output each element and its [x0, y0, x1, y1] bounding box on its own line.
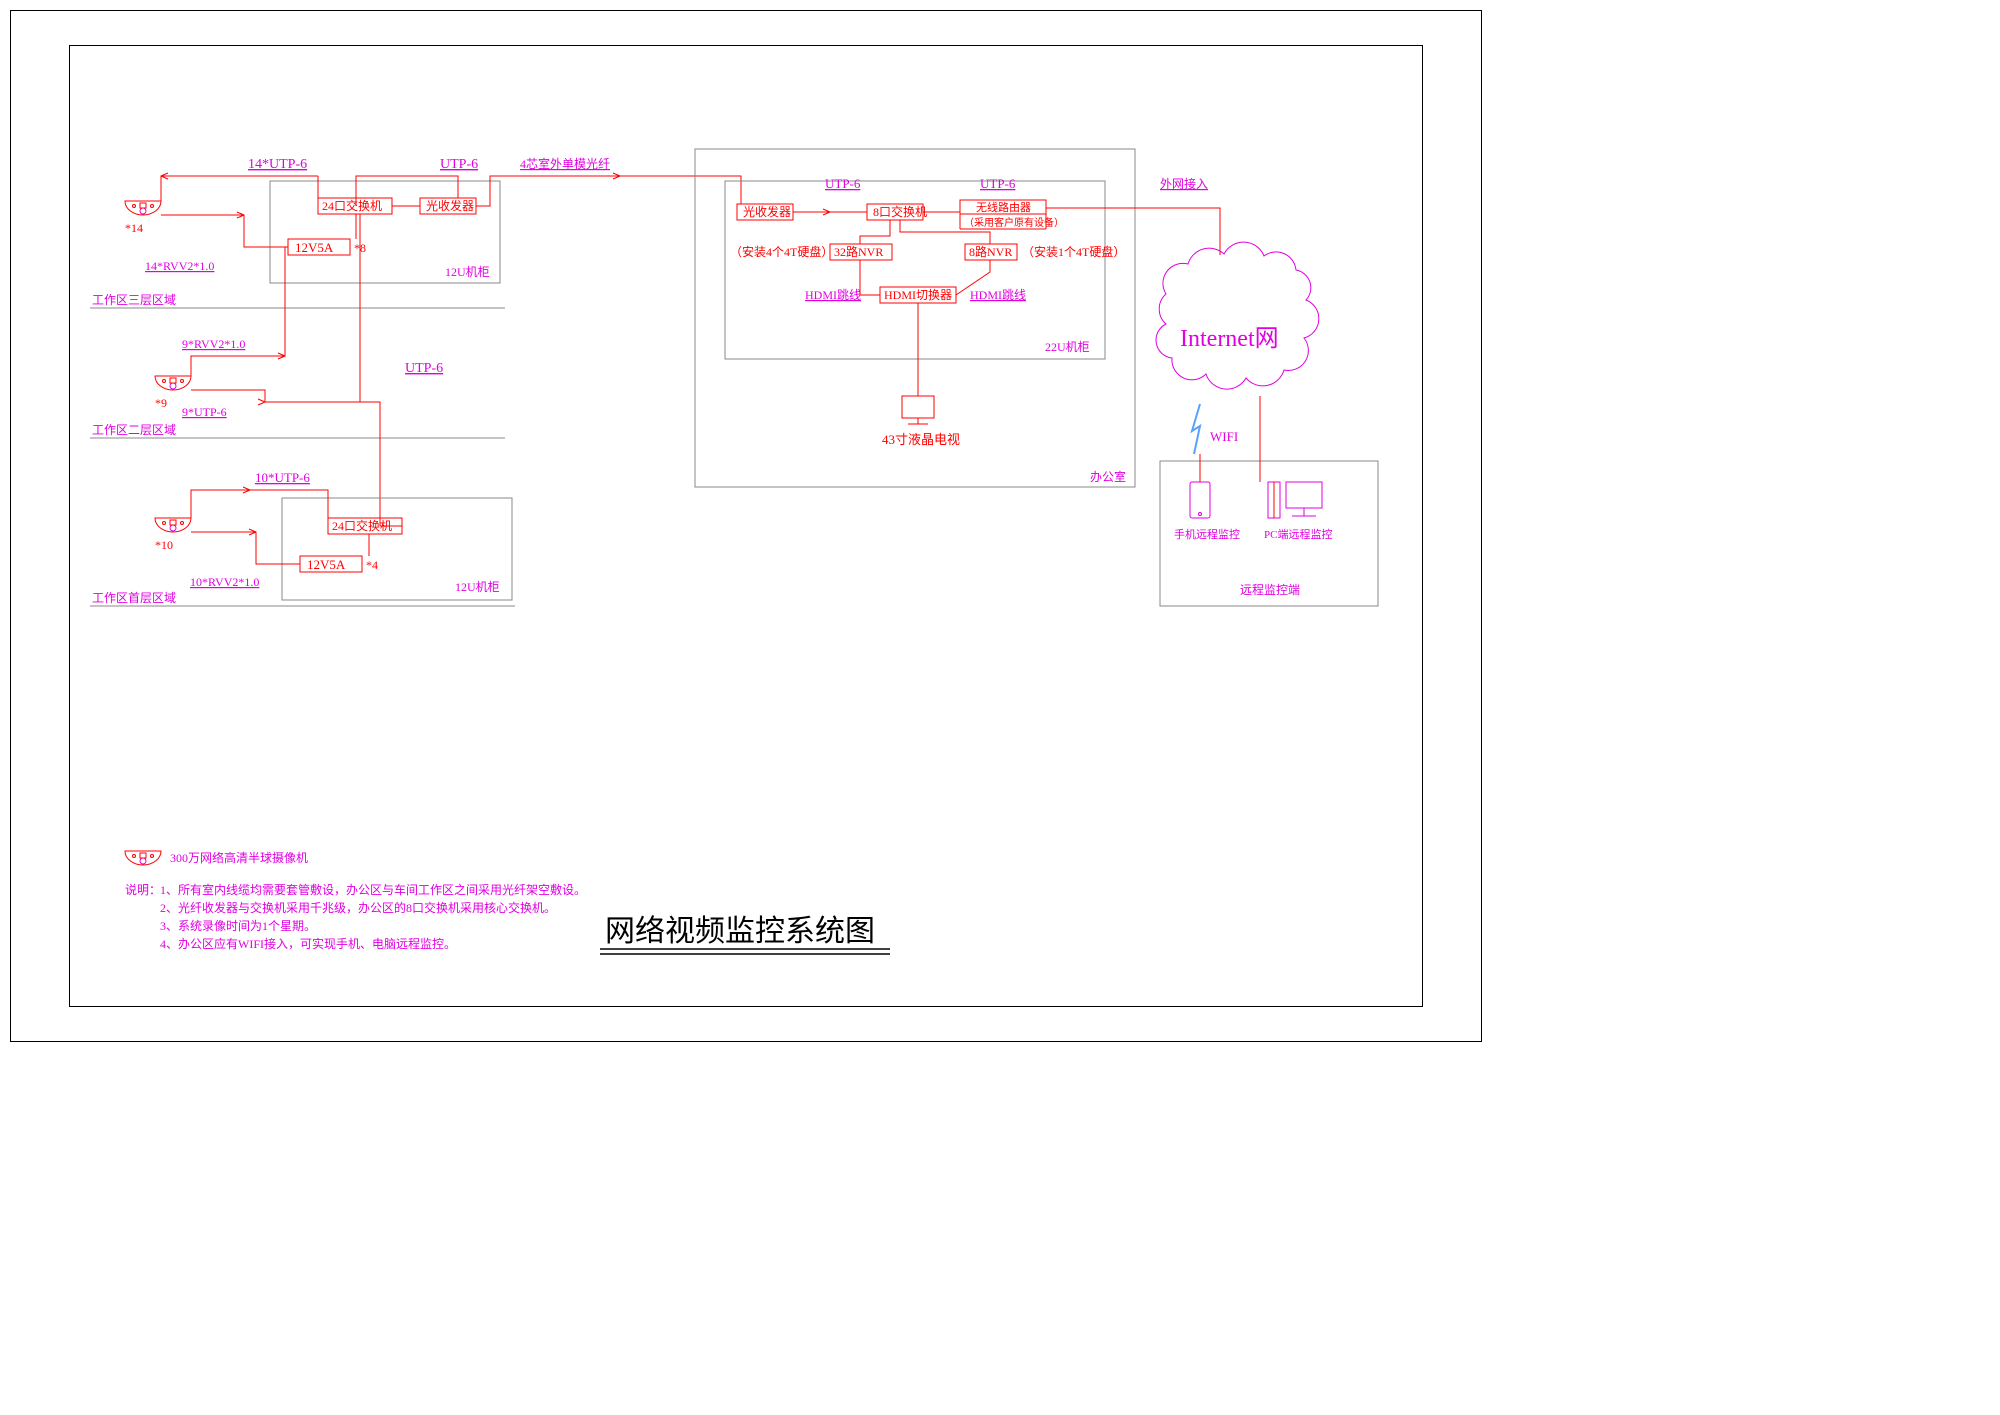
- legend-notes-label: 说明：: [125, 882, 161, 897]
- zone3-cabinet-label: 12U机柜: [445, 265, 490, 279]
- phone-label: 手机远程监控: [1174, 527, 1240, 541]
- office-nvr32-note: （安装4个4T硬盘）: [730, 244, 833, 259]
- pc-label: PC端远程监控: [1264, 527, 1332, 541]
- camera-zone2: [155, 376, 191, 390]
- legend-camera-icon: [125, 851, 161, 865]
- office-trx: 光收发器: [743, 204, 791, 219]
- legend-note-3: 3、系统录像时间为1个星期。: [160, 919, 316, 933]
- office-nvr32: 32路NVR: [834, 244, 883, 259]
- zone2-cam-count: *9: [155, 396, 167, 410]
- zone3-trx: 光收发器: [426, 198, 474, 213]
- camera-zone1: [155, 518, 191, 532]
- zone3-label: 工作区三层区域: [92, 293, 176, 307]
- zone1-cable1: 10*UTP-6: [255, 470, 310, 485]
- wifi-bolt-icon: [1192, 404, 1200, 454]
- office-router-note: （采用客户原有设备）: [964, 216, 1064, 229]
- office-router: 无线路由器: [976, 200, 1031, 214]
- wifi-label: WIFI: [1210, 429, 1238, 444]
- office-wan: 外网接入: [1160, 176, 1208, 191]
- office-nvr8-note: （安装1个4T硬盘）: [1022, 244, 1125, 259]
- legend-camera-text: 300万网络高清半球摄像机: [170, 850, 308, 865]
- internet-cloud: [1156, 242, 1319, 389]
- office-switch: 8口交换机: [873, 204, 927, 219]
- zone1-power: 12V5A: [307, 557, 346, 572]
- office-hdmi-l: HDMI跳线: [805, 288, 861, 302]
- diagram-canvas: *14 14*UTP-6 14*RVV2*1.0 12U机柜 24口交换机 12…: [70, 46, 1424, 1008]
- zone3-fiber: 4芯室外单模光纤: [520, 156, 610, 171]
- pc-icon: [1268, 482, 1322, 518]
- zone2-cable1: 9*RVV2*1.0: [182, 337, 245, 351]
- office-hdmi-r: HDMI跳线: [970, 288, 1026, 302]
- legend-note-1: 1、所有室内线缆均需要套管敷设，办公区与车间工作区之间采用光纤架空敷设。: [160, 882, 586, 897]
- internet-label: Internet网: [1180, 326, 1279, 352]
- zone3-cam-count: *14: [125, 221, 143, 235]
- remote-label: 远程监控端: [1240, 582, 1300, 597]
- zone1-cabinet-label: 12U机柜: [455, 580, 500, 594]
- zone1-cable2: 10*RVV2*1.0: [190, 575, 259, 589]
- tv-icon: [902, 396, 934, 424]
- zone2-label: 工作区二层区域: [92, 423, 176, 437]
- zone1-label: 工作区首层区域: [92, 591, 176, 605]
- office-tv: 43寸液晶电视: [882, 432, 960, 447]
- diagram-title: 网络视频监控系统图: [605, 915, 875, 948]
- office-cabinet-label: 22U机柜: [1045, 340, 1090, 354]
- legend-note-2: 2、光纤收发器与交换机采用千兆级，办公区的8口交换机采用核心交换机。: [160, 900, 556, 915]
- office-utp1: UTP-6: [825, 176, 861, 191]
- office-hdmi-sw: HDMI切换器: [884, 288, 952, 302]
- inner-border: *14 14*UTP-6 14*RVV2*1.0 12U机柜 24口交换机 12…: [69, 45, 1423, 1007]
- office-utp2: UTP-6: [980, 176, 1016, 191]
- office-label: 办公室: [1090, 469, 1126, 484]
- zone3-switch: 24口交换机: [322, 198, 382, 213]
- camera-zone3: [125, 201, 161, 215]
- zone3-cable2: 14*RVV2*1.0: [145, 259, 214, 273]
- zone3-utp: UTP-6: [440, 157, 478, 172]
- zone3-power: 12V5A: [295, 240, 334, 255]
- outer-border: *14 14*UTP-6 14*RVV2*1.0 12U机柜 24口交换机 12…: [10, 10, 1482, 1042]
- legend-note-4: 4、办公区应有WIFI接入，可实现手机、电脑远程监控。: [160, 936, 456, 951]
- zone3-cable1: 14*UTP-6: [248, 157, 307, 172]
- office-nvr8: 8路NVR: [969, 244, 1012, 259]
- phone-icon: [1190, 482, 1210, 518]
- zone2-cable2: 9*UTP-6: [182, 405, 227, 419]
- zone1-power-mult: *4: [366, 558, 378, 572]
- zone1-cam-count: *10: [155, 538, 173, 552]
- zone2-utp: UTP-6: [405, 361, 443, 376]
